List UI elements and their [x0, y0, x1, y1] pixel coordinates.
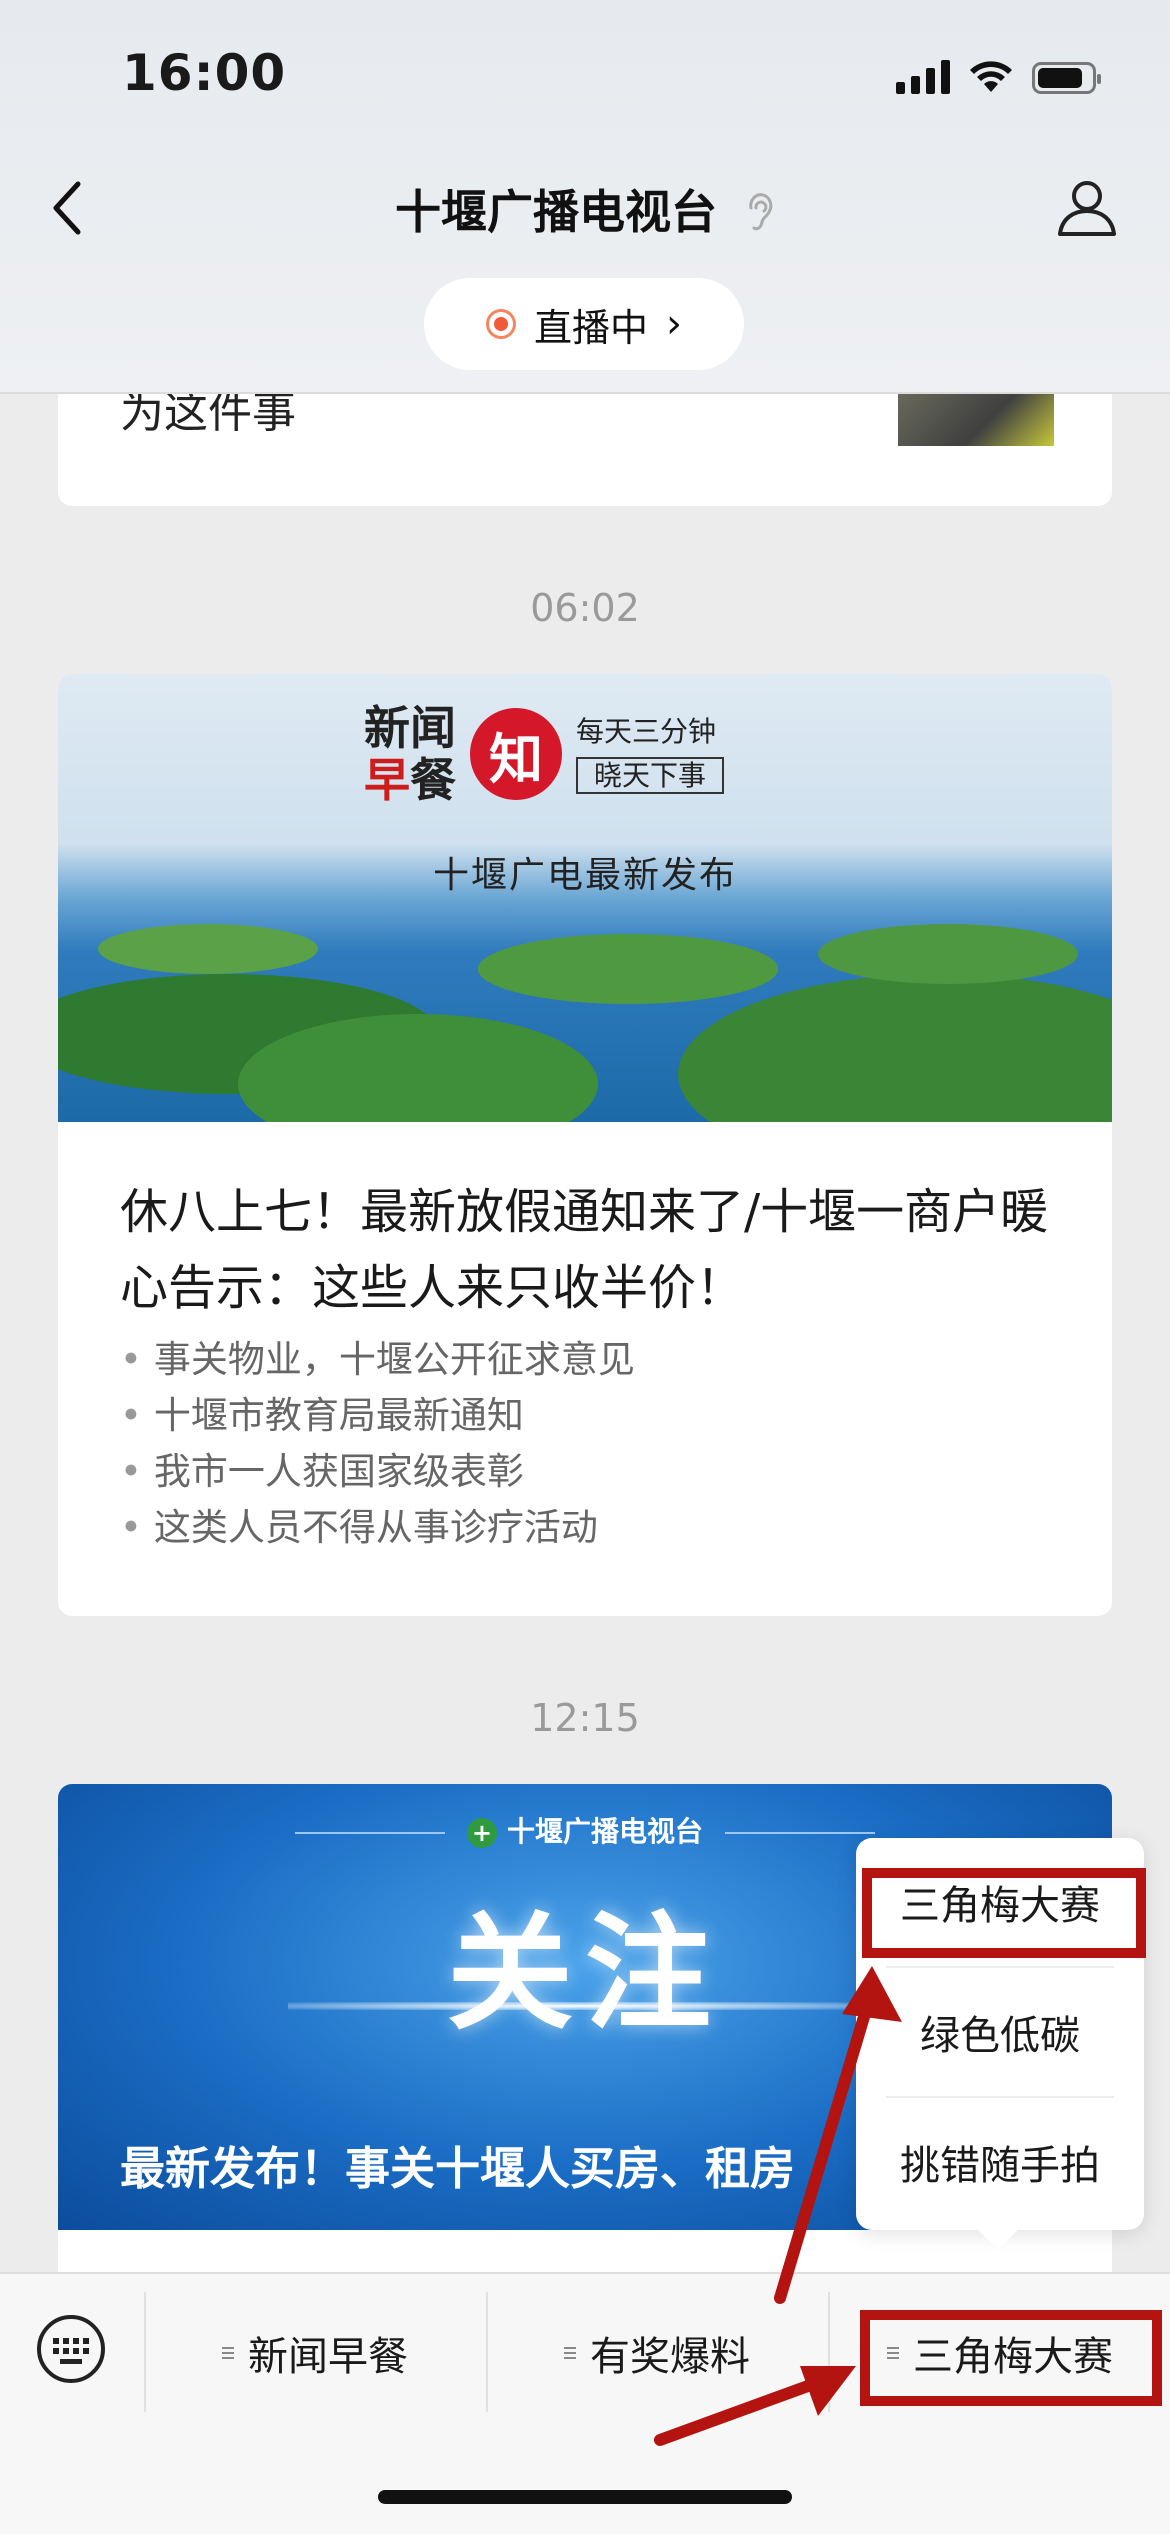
status-time: 16:00 [122, 44, 287, 102]
news-breakfast-banner: 新闻 早餐 知 每天三分钟 晓天下事 十堰广电最新发布 [58, 674, 1112, 1122]
logo-slogan-2: 晓天下事 [576, 757, 725, 794]
menu-tab-news-breakfast[interactable]: 新闻早餐 [146, 2298, 484, 2408]
list-item[interactable]: 事关物业，十堰公开征求意见 [120, 1332, 635, 1388]
status-bar: 16:00 [0, 0, 1170, 150]
annotation-box-submenu [862, 1868, 1146, 1958]
logo-text-zao: 早 [364, 753, 410, 807]
battery-icon [1032, 62, 1101, 94]
live-label: 直播中 [533, 305, 648, 350]
live-dot-icon [485, 309, 516, 339]
list-item[interactable]: 我市一人获国家级表彰 [120, 1444, 635, 1500]
page-title: 十堰广播电视台 [0, 176, 1170, 242]
message-timestamp: 06:02 [530, 586, 640, 630]
menu-glyph-icon [222, 2347, 234, 2359]
wifi-icon [970, 61, 1012, 92]
submenu-item-green-low-carbon[interactable]: 绿色低碳 [856, 1968, 1144, 2096]
account-name: 十堰广播电视台 [394, 185, 717, 239]
list-item[interactable]: 这类人员不得从事诊疗活动 [120, 1500, 635, 1556]
menu-tab-label: 新闻早餐 [248, 2334, 408, 2380]
live-button[interactable]: 直播中 › [424, 278, 744, 370]
banner-station-name: 十堰广播电视台 [506, 1815, 703, 1848]
menu-tab-reward-tips[interactable]: 有奖爆料 [488, 2298, 826, 2408]
article-card[interactable]: 新闻 早餐 知 每天三分钟 晓天下事 十堰广电最新发布 休八上七！最新放假通知来… [58, 674, 1112, 1616]
menu-glyph-icon [564, 2347, 576, 2359]
cross-logo-icon: + [466, 1818, 497, 1848]
list-item[interactable]: 十堰市教育局最新通知 [120, 1388, 635, 1444]
logo-zhi-badge: 知 [470, 708, 562, 800]
banner-caption: 最新发布！事关十堰人买房、租房 [120, 2142, 796, 2195]
ear-icon [749, 193, 773, 231]
status-icons [896, 58, 1101, 94]
article-title: 休八上七！最新放假通知来了/十堰一商户暖心告示：这些人来只收半价！ [120, 1184, 1049, 1316]
logo-text-can: 餐 [410, 753, 456, 807]
profile-icon[interactable] [1056, 178, 1118, 238]
article-bullet-list: 事关物业，十堰公开征求意见 十堰市教育局最新通知 我市一人获国家级表彰 这类人员… [120, 1332, 635, 1556]
keyboard-icon[interactable] [36, 2314, 106, 2384]
menu-tab-label: 有奖爆料 [590, 2334, 750, 2380]
home-indicator[interactable] [378, 2490, 792, 2504]
banner-subtitle: 十堰广电最新发布 [432, 855, 737, 896]
signal-icon [896, 58, 950, 94]
logo-slogan-1: 每天三分钟 [576, 715, 717, 748]
news-breakfast-logo: 新闻 早餐 知 每天三分钟 晓天下事 [364, 701, 725, 807]
logo-text-news: 新闻 [364, 701, 456, 755]
chevron-right-icon: › [666, 301, 682, 347]
annotation-box-tab [860, 2310, 1162, 2406]
message-timestamp: 12:15 [530, 1696, 640, 1740]
submenu-item-find-errors[interactable]: 挑错随手拍 [856, 2098, 1144, 2226]
